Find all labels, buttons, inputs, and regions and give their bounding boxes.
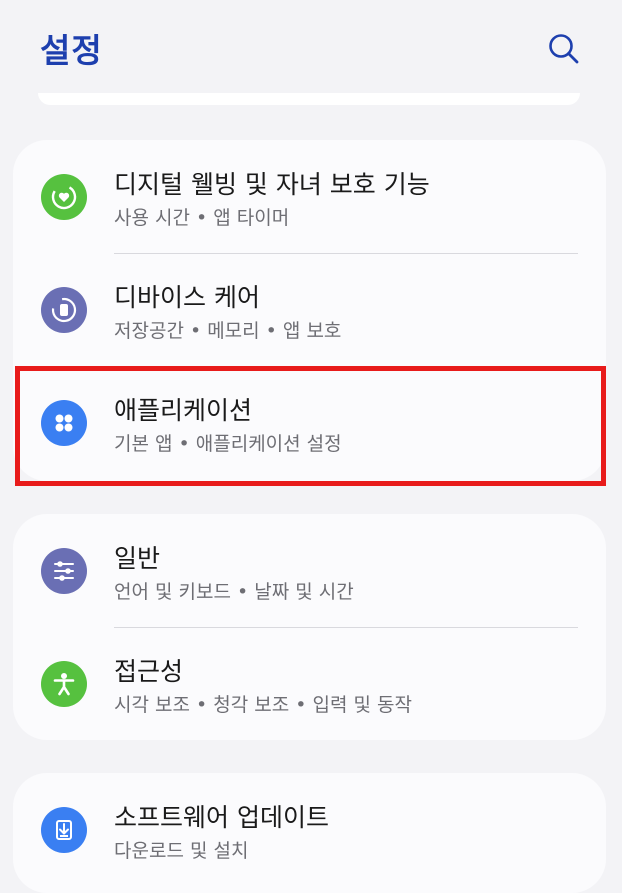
menu-item-software-update[interactable]: 소프트웨어 업데이트 다운로드 및 설치 (13, 773, 606, 886)
page-title: 설정 (40, 31, 103, 70)
menu-item-title: 디바이스 케어 (114, 283, 260, 312)
settings-group-1: 디지털 웰빙 및 자녀 보호 기능 사용 시간 • 앱 타이머 디바이스 케어 … (13, 140, 606, 481)
sliders-icon (41, 548, 87, 594)
menu-item-subtitle: 다운로드 및 설치 (114, 840, 249, 862)
device-care-icon (41, 287, 87, 333)
menu-item-general[interactable]: 일반 언어 및 키보드 • 날짜 및 시간 (13, 514, 606, 627)
menu-item-subtitle: 기본 앱 • 애플리케이션 설정 (114, 433, 342, 455)
menu-item-subtitle: 저장공간 • 메모리 • 앱 보호 (114, 320, 342, 342)
search-button[interactable] (544, 29, 584, 69)
accessibility-icon (41, 661, 87, 707)
menu-item-device-care[interactable]: 디바이스 케어 저장공간 • 메모리 • 앱 보호 (13, 253, 606, 366)
menu-item-applications[interactable]: 애플리케이션 기본 앱 • 애플리케이션 설정 (13, 366, 606, 479)
menu-item-title: 소프트웨어 업데이트 (114, 803, 329, 832)
settings-group-2: 일반 언어 및 키보드 • 날짜 및 시간 접근성 시각 보조 • 청각 보조 … (13, 514, 606, 740)
menu-item-title: 애플리케이션 (114, 396, 253, 425)
download-icon (41, 807, 87, 853)
app-header: 설정 (0, 0, 622, 95)
menu-item-title: 디지털 웰빙 및 자녀 보호 기능 (114, 170, 430, 199)
settings-group-3: 소프트웨어 업데이트 다운로드 및 설치 (13, 773, 606, 893)
heart-circle-icon (41, 174, 87, 220)
apps-grid-icon (41, 400, 87, 446)
menu-item-title: 접근성 (114, 657, 184, 686)
menu-item-subtitle: 사용 시간 • 앱 타이머 (114, 207, 290, 229)
menu-item-digital-wellbeing[interactable]: 디지털 웰빙 및 자녀 보호 기능 사용 시간 • 앱 타이머 (13, 140, 606, 253)
menu-item-subtitle: 언어 및 키보드 • 날짜 및 시간 (114, 581, 354, 603)
menu-item-subtitle: 시각 보조 • 청각 보조 • 입력 및 동작 (114, 694, 412, 716)
menu-item-accessibility[interactable]: 접근성 시각 보조 • 청각 보조 • 입력 및 동작 (13, 627, 606, 740)
previous-card-edge (38, 93, 580, 105)
search-icon (549, 34, 579, 64)
menu-item-title: 일반 (114, 544, 161, 573)
